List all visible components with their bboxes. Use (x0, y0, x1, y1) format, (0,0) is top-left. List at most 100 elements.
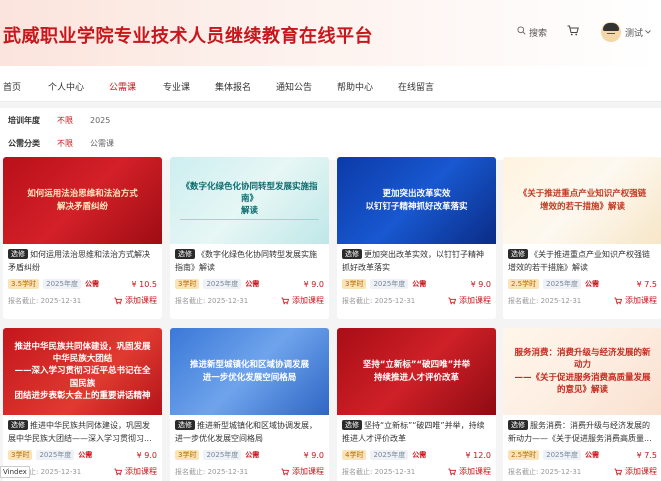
hours-badge: 3学时 (342, 279, 367, 289)
course-card[interactable]: 推进中华民族共同体建设，巩固发展 中华民族大团结 ——深入学习贯彻习近平总书记在… (3, 328, 162, 481)
nav-notices[interactable]: 通知公告 (276, 80, 312, 93)
year-badge: 2025年度 (543, 450, 581, 460)
course-footer: 报名截止: 2025-12-31 添加课程 (175, 295, 324, 306)
course-footer: 报名截止: 2025-12-31 添加课程 (175, 466, 324, 477)
course-info: 选修 坚持“立新标”“破四唯”并举，持续推进人才评价改革 4学时 2025年度 公需 ¥ … (337, 415, 496, 481)
course-kind: 公需 (584, 451, 599, 459)
add-course-button[interactable]: 添加课程 (114, 295, 157, 306)
course-cover[interactable]: 《关于推进重点产业知识产权强链 增效的若干措施》解读 (503, 157, 661, 244)
search-button[interactable]: 搜索 (517, 26, 547, 39)
add-course-button[interactable]: 添加课程 (614, 466, 657, 477)
hours-badge: 3学时 (8, 450, 33, 460)
course-kind: 公需 (78, 451, 93, 459)
course-cover[interactable]: 更加突出改革实效 以钉钉子精神抓好改革落实 (337, 157, 496, 244)
course-card[interactable]: 推进新型城镇化和区域协调发展 进一步优化发展空间格局 选修 推进新型城镇化和区域协调… (170, 328, 329, 481)
user-menu[interactable]: 测试 (600, 22, 651, 42)
course-title[interactable]: 选修 服务消费：消费升级与经济发展的新动力——《关于促进服务消费高质量... (508, 420, 657, 445)
course-cover[interactable]: 坚持“立新标”“破四唯”并举 持续推进人才评价改革 (337, 328, 496, 415)
course-title[interactable]: 选修 推进中华民族共同体建设，巩固发展中华民族大团结——深入学习贯彻习... (8, 420, 157, 445)
course-cover[interactable]: 《数字化绿色化协同转型发展实施指南》 解读 (170, 157, 329, 244)
filter-year-label: 培训年度 (8, 116, 40, 125)
course-cover[interactable]: 服务消费：消费升级与经济发展的新动力 ——《关于促进服务消费高质量发展 的意见》… (503, 328, 661, 415)
course-cover[interactable]: 推进新型城镇化和区域协调发展 进一步优化发展空间格局 (170, 328, 329, 415)
course-meta: 3学时 2025年度 公需 ¥ 9.0 (342, 279, 491, 289)
chevron-down-icon (645, 27, 651, 37)
search-icon (517, 26, 529, 38)
course-meta: 2.5学时 2025年度 公需 ¥ 7.5 (508, 450, 657, 460)
course-cover-text: 《数字化绿色化协同转型发展实施指南》 解读 (180, 181, 319, 221)
add-course-button[interactable]: 添加课程 (614, 295, 657, 306)
course-title-text: 推进新型城镇化和区域协调发展，进一步优化发展空间格局 (175, 421, 317, 443)
course-title[interactable]: 选修 推进新型城镇化和区域协调发展，进一步优化发展空间格局 (175, 420, 324, 445)
course-title[interactable]: 选修 《数字化绿色化协同转型发展实施指南》解读 (175, 249, 324, 274)
course-card[interactable]: 如何运用法治思维和法治方式 解决矛盾纠纷 选修 如何运用法治思维和法治方式解决矛盾纠… (3, 157, 162, 319)
elective-badge: 选修 (508, 249, 528, 259)
add-course-label: 添加课程 (292, 467, 324, 476)
course-title[interactable]: 选修 如何运用法治思维和法治方式解决矛盾纠纷 (8, 249, 157, 274)
course-meta: 3学时 2025年度 公需 ¥ 9.0 (175, 450, 324, 460)
course-title[interactable]: 选修 《关于推进重点产业知识产权强链增效的若干措施》解读 (508, 249, 657, 274)
year-badge: 2025年度 (43, 279, 81, 289)
course-price: ¥ 12.0 (465, 450, 491, 460)
filter-year-2025[interactable]: 2025 (90, 116, 110, 125)
search-label: 搜索 (528, 28, 547, 39)
course-info: 选修 如何运用法治思维和法治方式解决矛盾纠纷 3.5学时 2025年度 公需 ¥ 10.5… (3, 244, 162, 319)
course-title[interactable]: 选修 更加突出改革实效，以钉钉子精神抓好改革落实 (342, 249, 491, 274)
course-card[interactable]: 《关于推进重点产业知识产权强链 增效的若干措施》解读选修 《关于推进重点产业知识产… (503, 157, 661, 319)
course-cover-text: 推进新型城镇化和区域协调发展 进一步优化发展空间格局 (189, 360, 309, 383)
nav-personal-center[interactable]: 个人中心 (48, 80, 84, 93)
avatar (600, 22, 621, 42)
cart-icon (567, 25, 579, 39)
course-price: ¥ 9.0 (303, 450, 324, 460)
add-course-button[interactable]: 添加课程 (114, 466, 157, 477)
course-card[interactable]: 坚持“立新标”“破四唯”并举 持续推进人才评价改革 选修 坚持“立新标”“破四唯”并… (337, 328, 496, 481)
course-card[interactable]: 服务消费：消费升级与经济发展的新动力 ——《关于促进服务消费高质量发展 的意见》… (503, 328, 661, 481)
course-title-text: 如何运用法治思维和法治方式解决矛盾纠纷 (8, 250, 150, 272)
site-header: 武威职业学院专业技术人员继续教育在线平台 搜索 测试 (0, 0, 661, 66)
nav-group-registration[interactable]: 集体报名 (215, 80, 251, 93)
nav-help-center[interactable]: 帮助中心 (337, 80, 373, 93)
course-cover-text: 更加突出改革实效 以钉钉子精神抓好改革落实 (365, 189, 468, 212)
elective-badge: 选修 (175, 249, 195, 259)
add-course-button[interactable]: 添加课程 (281, 466, 324, 477)
nav-online-message[interactable]: 在线留言 (398, 80, 434, 93)
nav-public-courses[interactable]: 公需课 (109, 80, 136, 93)
course-kind: 公需 (412, 451, 427, 459)
nav-professional-courses[interactable]: 专业课 (163, 80, 190, 93)
nav-home[interactable]: 首页 (3, 80, 21, 93)
filter-category-public[interactable]: 公需课 (90, 138, 114, 149)
course-kind: 公需 (584, 280, 599, 288)
course-card[interactable]: 《数字化绿色化协同转型发展实施指南》 解读选修 《数字化绿色化协同转型发展实施指南… (170, 157, 329, 319)
filter-category-any[interactable]: 不限 (57, 138, 73, 149)
course-price: ¥ 7.5 (636, 450, 657, 460)
cart-icon (448, 468, 459, 476)
course-cover[interactable]: 推进中华民族共同体建设，巩固发展 中华民族大团结 ——深入学习贯彻习近平总书记在… (3, 328, 162, 415)
course-price: ¥ 9.0 (303, 279, 324, 289)
elective-badge: 选修 (175, 420, 195, 430)
year-badge: 2025年度 (370, 279, 409, 289)
elective-badge: 选修 (342, 249, 362, 259)
cart-icon (281, 297, 292, 305)
filter-year-any[interactable]: 不限 (57, 115, 73, 126)
year-badge: 2025年度 (203, 279, 242, 289)
add-course-button[interactable]: 添加课程 (281, 295, 324, 306)
cart-icon (114, 297, 125, 305)
cart-button[interactable] (567, 25, 579, 39)
add-course-label: 添加课程 (125, 467, 157, 476)
cart-icon (614, 468, 625, 476)
course-cover-text: 坚持“立新标”“破四唯”并举 持续推进人才评价改革 (362, 360, 471, 383)
course-info: 选修 推进新型城镇化和区域协调发展，进一步优化发展空间格局 3学时 2025年度 公需 ¥… (170, 415, 329, 481)
hours-badge: 3学时 (175, 450, 200, 460)
add-course-button[interactable]: 添加课程 (448, 295, 491, 306)
elective-badge: 选修 (8, 249, 28, 259)
course-cover[interactable]: 如何运用法治思维和法治方式 解决矛盾纠纷 (3, 157, 162, 244)
course-price: ¥ 9.0 (136, 450, 157, 460)
add-course-button[interactable]: 添加课程 (448, 466, 491, 477)
course-card[interactable]: 更加突出改革实效 以钉钉子精神抓好改革落实 选修 更加突出改革实效，以钉钉子精神抓好… (337, 157, 496, 319)
course-kind: 公需 (412, 280, 427, 288)
registration-deadline: 报名截止: 2025-12-31 (342, 467, 416, 476)
add-course-label: 添加课程 (625, 467, 657, 476)
course-footer: 报名截止: 2025-12-31 添加课程 (342, 295, 491, 306)
course-meta: 3学时 2025年度 公需 ¥ 9.0 (175, 279, 324, 289)
course-title[interactable]: 选修 坚持“立新标”“破四唯”并举，持续推进人才评价改革 (342, 420, 491, 445)
